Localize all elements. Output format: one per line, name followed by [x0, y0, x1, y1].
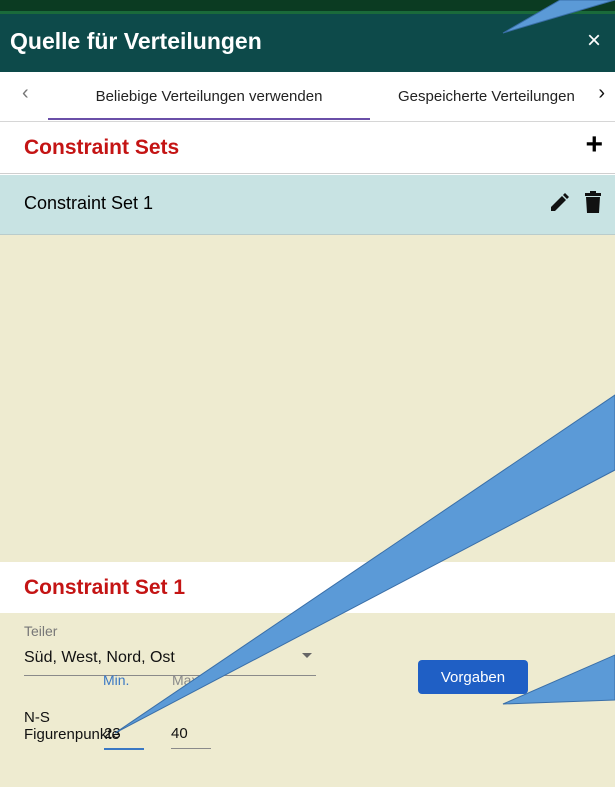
pencil-icon[interactable]: [549, 193, 569, 218]
constraint-set-list-area: [0, 235, 615, 562]
constraint-set-detail: Teiler Süd, West, Nord, Ost N-S Figurenp…: [0, 613, 615, 787]
teiler-label: Teiler: [24, 623, 58, 639]
top-strip: [0, 0, 615, 14]
teiler-value: Süd, West, Nord, Ost: [24, 649, 175, 666]
detail-heading: Constraint Set 1: [24, 576, 186, 599]
min-label: Min.: [103, 672, 130, 688]
ns-label-line1: N-S: [24, 709, 50, 726]
constraint-set-name: Constraint Set 1: [24, 193, 154, 213]
teiler-select[interactable]: Süd, West, Nord, Ost: [24, 649, 316, 676]
max-label: Max.: [172, 672, 203, 688]
constraint-set-list-item[interactable]: Constraint Set 1: [0, 175, 615, 235]
constraint-sets-heading: Constraint Sets: [24, 136, 180, 159]
tab-bar: ‹ Beliebige Verteilungen verwenden Gespe…: [0, 72, 615, 122]
vorgaben-button[interactable]: Vorgaben: [418, 660, 528, 694]
constraint-sets-header: Constraint Sets +: [0, 122, 615, 174]
tab-gespeicherte-verteilungen[interactable]: Gespeicherte Verteilungen: [398, 88, 584, 105]
min-input[interactable]: 23: [104, 725, 144, 750]
detail-header: Constraint Set 1: [0, 562, 615, 614]
tab-beliebige-verteilungen[interactable]: Beliebige Verteilungen verwenden: [48, 88, 370, 105]
dialog-title: Quelle für Verteilungen: [10, 28, 262, 54]
dropdown-caret-icon: [302, 653, 312, 658]
add-icon[interactable]: +: [585, 130, 603, 160]
trash-icon[interactable]: [585, 191, 601, 218]
active-tab-indicator: [48, 118, 370, 120]
chevron-right-icon[interactable]: ›: [598, 82, 605, 105]
chevron-left-icon[interactable]: ‹: [22, 82, 29, 105]
max-input[interactable]: 40: [171, 725, 211, 749]
close-icon[interactable]: ×: [587, 28, 601, 54]
dialog-header: Quelle für Verteilungen ×: [0, 14, 615, 72]
